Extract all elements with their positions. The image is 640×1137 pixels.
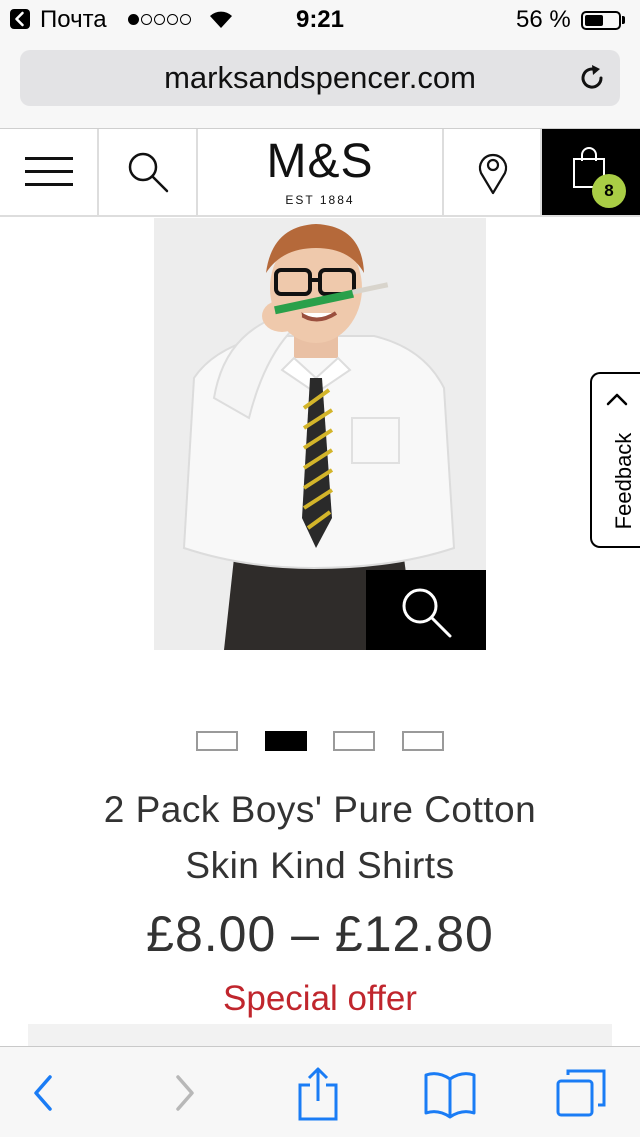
product-title: 2 Pack Boys' Pure Cotton Skin Kind Shirt… <box>40 782 600 894</box>
bag-count-badge: 8 <box>592 174 626 208</box>
product-title-line-1: 2 Pack Boys' Pure Cotton <box>103 789 537 830</box>
battery-icon <box>581 11 621 30</box>
search-button[interactable] <box>99 129 198 215</box>
battery-cap <box>622 16 625 24</box>
content-divider-strip <box>28 1024 612 1048</box>
feedback-label: Feedback <box>611 432 636 530</box>
tabs-icon[interactable] <box>552 1065 612 1121</box>
address-bar[interactable]: marksandspencer.com <box>20 50 620 106</box>
battery-percent: 56 % <box>516 6 571 33</box>
carousel-dot-4[interactable] <box>402 731 444 751</box>
carousel-dot-2[interactable] <box>265 731 307 751</box>
url-text[interactable]: marksandspencer.com <box>20 60 620 96</box>
home-logo-link[interactable]: M&S EST 1884 <box>198 129 444 215</box>
product-title-line-2: Skin Kind Shirts <box>185 845 455 886</box>
carousel-dot-3[interactable] <box>333 731 375 751</box>
carousel-dot-1[interactable] <box>196 731 238 751</box>
menu-button[interactable] <box>0 129 99 215</box>
hamburger-icon <box>25 157 73 186</box>
browser-address-area: marksandspencer.com <box>0 40 640 129</box>
product-price: £8.00 – £12.80 <box>146 906 494 962</box>
chevron-up-icon <box>606 393 628 406</box>
logo-subtitle: EST 1884 <box>285 193 355 207</box>
ms-logo: M&S <box>266 135 374 188</box>
site-header: M&S EST 1884 8 <box>0 129 640 217</box>
zoom-icon <box>402 588 452 638</box>
shopping-bag-button[interactable]: 8 <box>542 129 640 215</box>
reload-icon[interactable] <box>576 62 608 94</box>
bookmarks-icon[interactable] <box>420 1065 480 1121</box>
store-locator-button[interactable] <box>444 129 542 215</box>
browser-toolbar <box>0 1046 640 1137</box>
back-icon[interactable] <box>14 1065 74 1121</box>
special-offer-link[interactable]: Special offer <box>0 979 640 1019</box>
share-icon[interactable] <box>288 1065 348 1121</box>
search-icon <box>128 152 169 193</box>
zoom-image-button[interactable] <box>366 570 486 650</box>
forward-icon[interactable] <box>154 1065 214 1121</box>
location-pin-icon <box>478 153 508 195</box>
feedback-tab[interactable]: Feedback <box>590 372 640 548</box>
status-bar: Почта 9:21 56 % <box>0 0 640 40</box>
